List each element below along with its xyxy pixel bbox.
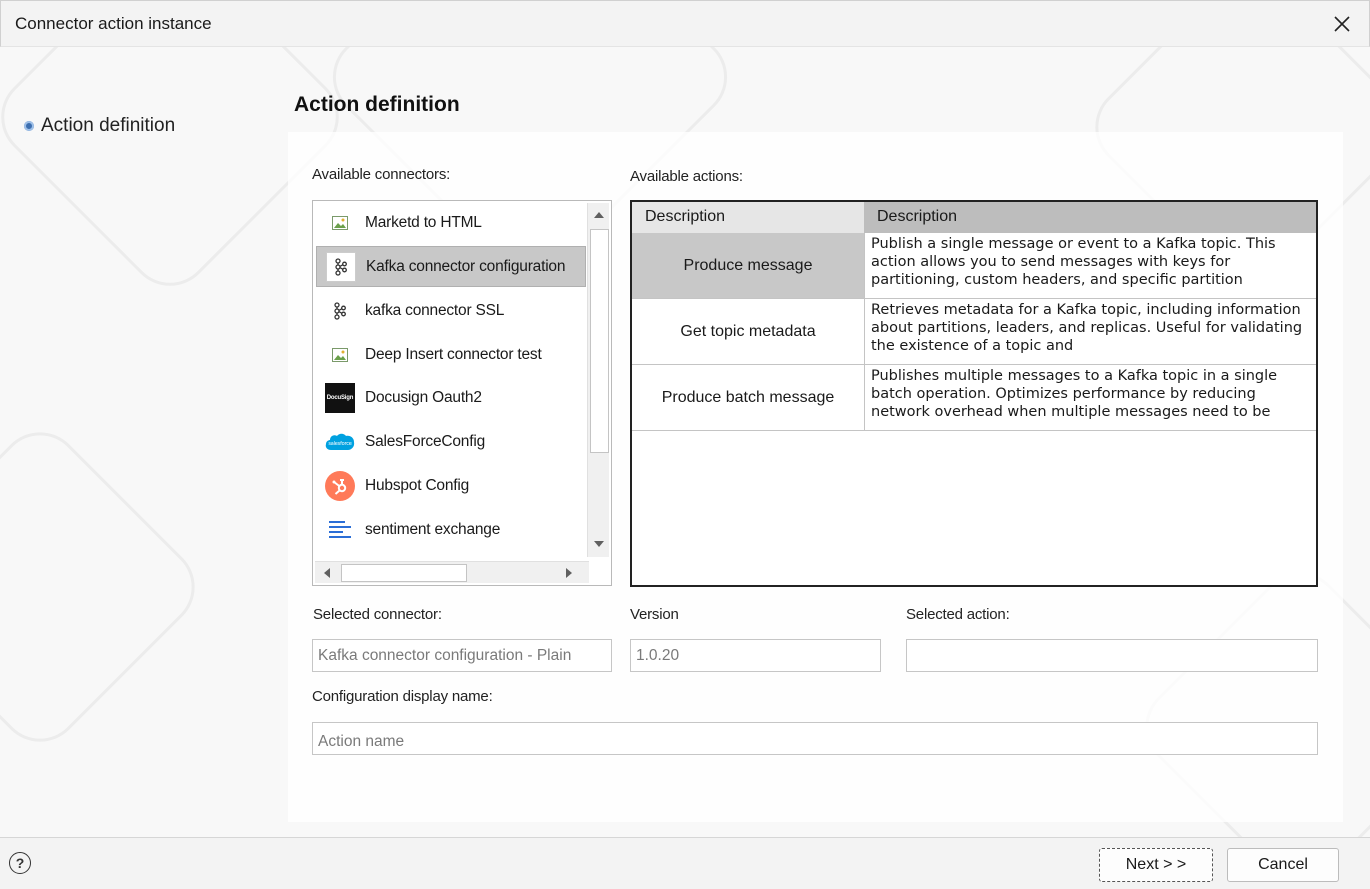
chevron-right-icon [566,568,572,578]
image-icon [325,340,355,370]
connector-item-docusign-oauth2[interactable]: DocuSign Docusign Oauth2 [316,377,586,418]
close-button[interactable] [1329,11,1355,37]
wizard-step-label: Action definition [41,115,176,136]
column-header-description[interactable]: Description [866,202,1316,233]
action-row-get-topic-metadata[interactable]: Get topic metadata Retrieves metadata fo… [632,299,1316,365]
selected-action-field[interactable] [906,639,1318,672]
chevron-left-icon [324,568,330,578]
chevron-up-icon [594,212,604,218]
actions-grid[interactable]: Description Description Produce message … [630,200,1318,587]
scroll-right-button[interactable] [558,562,580,584]
connector-item-label: Kafka connector configuration [366,257,566,275]
display-name-label: Configuration display name: [312,688,493,705]
wizard-step-action-definition[interactable]: Action definition [24,115,175,137]
help-icon: ? [15,855,25,871]
dialog-footer: ? Next > > Cancel [0,837,1370,889]
action-name: Get topic metadata [632,299,865,364]
connector-item-label: SalesForceConfig [365,432,485,450]
step-bullet-icon [24,121,34,131]
available-actions-label: Available actions: [630,168,743,185]
connector-item-salesforceconfig[interactable]: salesforce SalesForceConfig [316,421,586,462]
action-description: Retrieves metadata for a Kafka topic, in… [871,302,1303,354]
column-header-action[interactable]: Description [632,202,865,233]
version-label: Version [630,606,679,623]
scroll-left-button[interactable] [316,562,338,584]
connector-item-kafka-connector-configuration[interactable]: Kafka connector configuration [316,246,586,287]
kafka-icon [326,251,356,282]
connector-item-label: Deep Insert connector test [365,345,542,363]
hubspot-logo [325,470,355,501]
docusign-logo: DocuSign [325,382,355,413]
connector-list-horizontal-scrollbar[interactable] [315,561,589,583]
salesforce-logo: salesforce [325,427,355,457]
action-name: Produce batch message [632,365,865,430]
svg-text:salesforce: salesforce [328,441,351,447]
action-row-produce-batch-message[interactable]: Produce batch message Publishes multiple… [632,365,1316,431]
lines-icon [325,515,355,545]
scroll-up-button[interactable] [588,204,610,226]
connector-list-vertical-scrollbar[interactable] [587,203,609,557]
action-row-produce-message[interactable]: Produce message Publish a single message… [632,233,1316,299]
selected-connector-label: Selected connector: [313,606,442,623]
selected-connector-field[interactable]: Kafka connector configuration - Plain [312,639,612,672]
connector-item-hubspot-config[interactable]: Hubspot Config [316,465,586,506]
scroll-down-button[interactable] [588,533,610,555]
image-icon [325,208,355,238]
action-description: Publishes multiple messages to a Kafka t… [871,368,1278,420]
action-name: Produce message [632,233,865,298]
window-title: Connector action instance [15,14,212,33]
connector-item-label: Docusign Oauth2 [365,388,482,406]
connector-item-label: Marketd to HTML [365,213,482,231]
connector-item-sentiment-exchange[interactable]: sentiment exchange [316,509,586,550]
actions-grid-header: Description Description [632,202,1316,233]
kafka-icon [325,296,355,326]
version-field[interactable]: 1.0.20 [630,639,881,672]
connector-item-label: sentiment exchange [365,520,501,538]
page-heading: Action definition [294,93,460,116]
cancel-button[interactable]: Cancel [1227,848,1339,882]
connector-list[interactable]: Marketd to HTML Kafka connector configur… [312,200,612,586]
vertical-scroll-thumb[interactable] [590,229,609,453]
action-description: Publish a single message or event to a K… [871,236,1276,288]
next-button[interactable]: Next > > [1099,848,1213,882]
horizontal-scroll-thumb[interactable] [341,564,467,582]
dialog-content: Action definition Action definition Avai… [0,47,1370,837]
available-connectors-label: Available connectors: [312,166,451,183]
chevron-down-icon [594,541,604,547]
connector-item-marketd-to-html[interactable]: Marketd to HTML [316,202,586,243]
display-name-input[interactable] [312,722,1318,755]
connector-item-kafka-connector-ssl[interactable]: kafka connector SSL [316,290,586,331]
help-button[interactable]: ? [9,852,31,874]
title-bar: Connector action instance [0,0,1370,47]
selected-action-label: Selected action: [906,606,1010,623]
connector-item-label: Hubspot Config [365,476,470,494]
connector-item-deep-insert-connector-test[interactable]: Deep Insert connector test [316,334,586,375]
connector-item-label: kafka connector SSL [365,301,505,319]
close-icon [1334,16,1350,32]
